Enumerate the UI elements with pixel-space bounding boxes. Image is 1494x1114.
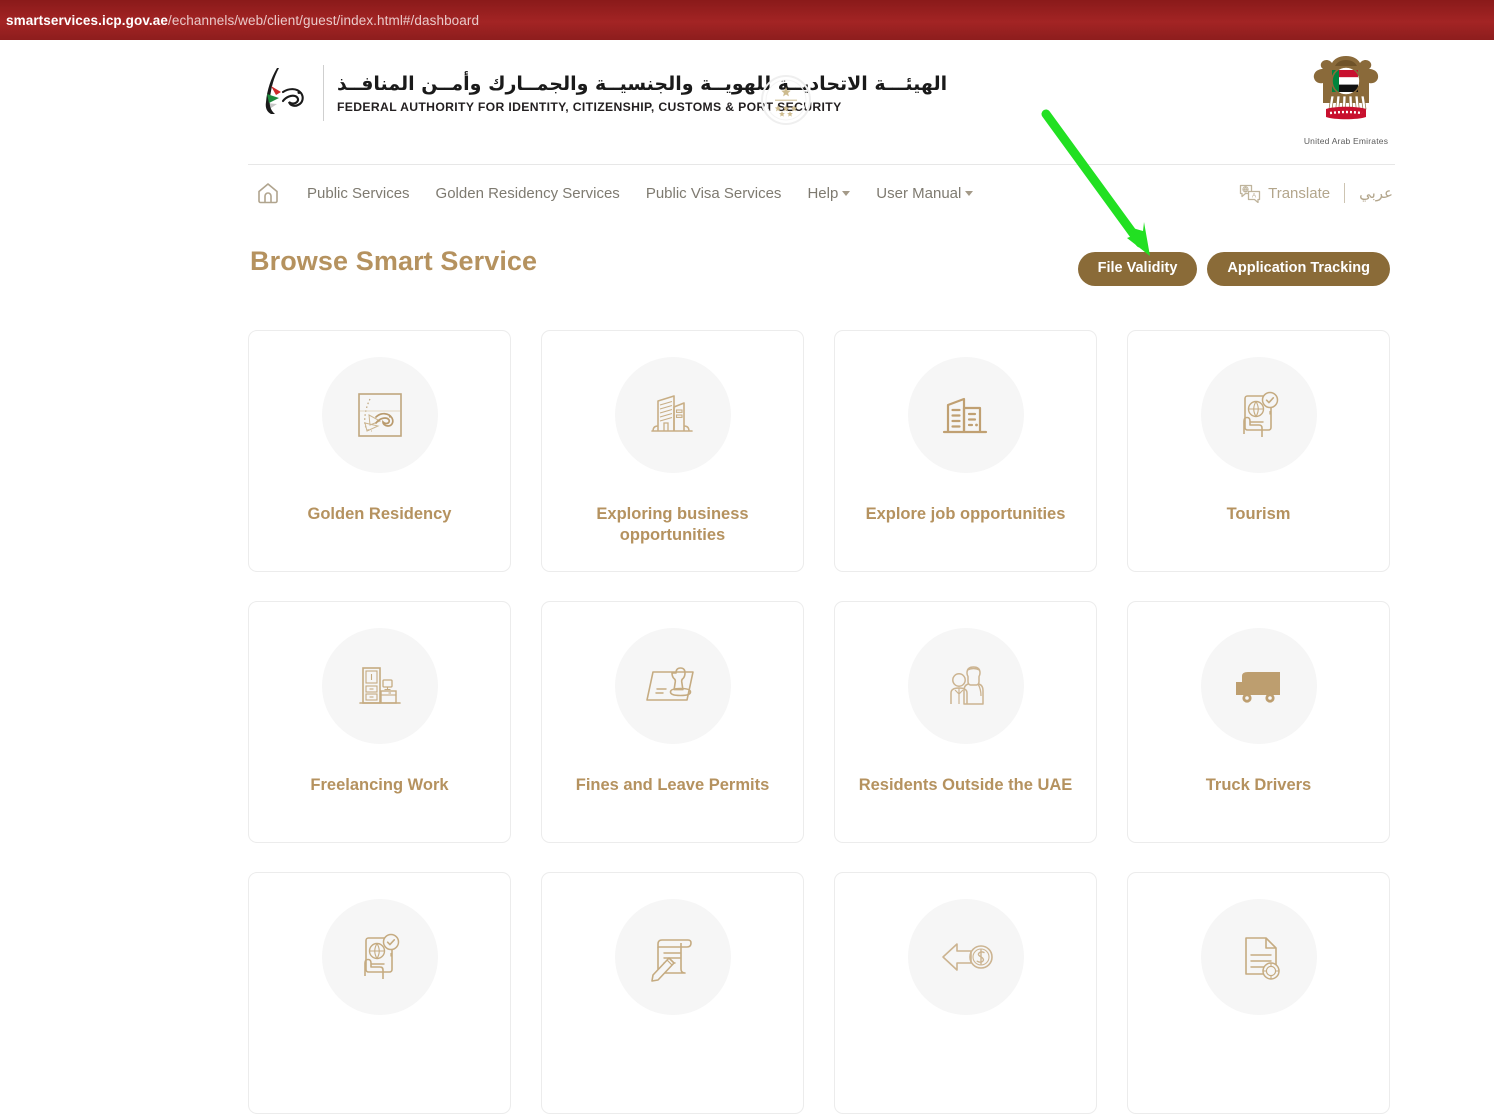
service-card-row3-1[interactable]	[248, 872, 511, 1114]
arrow-money-refund-icon	[907, 899, 1024, 1015]
svg-text:A: A	[1252, 193, 1257, 200]
nav-label: Golden Residency Services	[435, 184, 620, 202]
service-card-label: Freelancing Work	[310, 776, 449, 794]
nav-item-user-manual[interactable]: User Manual	[876, 184, 974, 202]
page-actions: File Validity Application Tracking	[1077, 252, 1390, 286]
url-host: smartservices.icp.gov.ae	[6, 12, 168, 28]
nav-item-golden-residency-services[interactable]: Golden Residency Services	[436, 185, 620, 202]
browser-address-bar[interactable]: smartservices.icp.gov.ae/echannels/web/c…	[0, 0, 1494, 40]
arabic-language-toggle[interactable]: عربي	[1359, 184, 1393, 202]
chevron-down-icon	[965, 190, 974, 196]
service-card-label: Explore job opportunities	[865, 505, 1066, 523]
falcon-frame-icon	[321, 357, 438, 473]
service-card-explore-job-opportunities[interactable]: Explore job opportunities	[834, 330, 1097, 572]
service-card-truck-drivers[interactable]: Truck Drivers	[1127, 601, 1390, 843]
page-title: Browse Smart Service	[250, 246, 538, 276]
nav-divider	[1344, 183, 1346, 203]
chevron-down-icon	[842, 190, 851, 196]
document-stamp-seal-icon	[1200, 899, 1317, 1015]
url-path: /echannels/web/client/guest/index.html#/…	[168, 12, 480, 28]
page-body: الهيئـــة الاتحاديــة للهويــة والجنسيــ…	[0, 40, 1494, 1114]
service-card-tourism[interactable]: Tourism	[1127, 330, 1390, 572]
nav-item-help[interactable]: Help	[807, 184, 851, 202]
logo-arabic-text: الهيئـــة الاتحاديــة للهويــة والجنسيــ…	[337, 73, 948, 96]
nav-label: User Manual	[876, 184, 962, 202]
two-people-icon	[907, 628, 1024, 744]
uae-emblem: United Arab Emirates	[1301, 48, 1391, 146]
main-navigation: Public Services Golden Residency Service…	[248, 166, 1395, 220]
translate-label[interactable]: Translate	[1268, 185, 1330, 202]
buildings-icon	[907, 357, 1024, 473]
service-card-freelancing-work[interactable]: Freelancing Work	[248, 601, 511, 843]
service-card-label: Residents Outside the UAE	[858, 776, 1073, 794]
passport-globe-check-icon	[321, 899, 438, 1015]
nav-utilities: A Translate عربي	[1239, 166, 1393, 220]
office-towers-icon	[614, 357, 731, 473]
nav-item-public-visa-services[interactable]: Public Visa Services	[646, 185, 782, 202]
logo-english-text: FEDERAL AUTHORITY FOR IDENTITY, CITIZENS…	[337, 99, 842, 114]
emblem-caption: United Arab Emirates	[1303, 136, 1389, 146]
service-card-row3-3[interactable]	[834, 872, 1097, 1114]
document-stamp-icon	[614, 628, 731, 744]
logo-divider	[323, 65, 324, 121]
falcon-logo-icon	[255, 62, 317, 124]
nav-item-public-services[interactable]: Public Services	[307, 185, 410, 202]
service-card-label: Exploring business opportunities	[596, 505, 749, 544]
truck-icon	[1200, 628, 1317, 744]
nav-label: Public Visa Services	[645, 184, 782, 202]
site-header: الهيئـــة الاتحاديــة للهويــة والجنسيــ…	[248, 40, 1395, 165]
application-tracking-button[interactable]: Application Tracking	[1207, 252, 1390, 286]
home-icon[interactable]	[255, 180, 281, 206]
uae-emblem-icon	[1313, 56, 1379, 120]
file-validity-button[interactable]: File Validity	[1077, 252, 1198, 286]
scroll-pen-icon	[614, 899, 731, 1015]
services-grid: Golden Residency Exploring business oppo…	[248, 330, 1390, 1114]
home-office-desk-icon	[321, 628, 438, 744]
service-card-label: Golden Residency	[307, 505, 452, 523]
nav-label: Public Services	[307, 184, 410, 202]
government-seal-icon	[760, 74, 812, 126]
page-title-row: Browse Smart Service File Validity Appli…	[248, 236, 1395, 300]
nav-label: Help	[807, 184, 839, 202]
translate-icon[interactable]: A	[1239, 183, 1261, 204]
service-card-golden-residency[interactable]: Golden Residency	[248, 330, 511, 572]
service-card-row3-2[interactable]	[541, 872, 804, 1114]
passport-globe-check-icon	[1200, 357, 1317, 473]
service-card-residents-outside-the-uae[interactable]: Residents Outside the UAE	[834, 601, 1097, 843]
service-card-label: Tourism	[1226, 505, 1291, 523]
service-card-label: Truck Drivers	[1205, 776, 1312, 794]
service-card-label: Fines and Leave Permits	[575, 776, 770, 794]
service-card-exploring-business-opportunities[interactable]: Exploring business opportunities	[541, 330, 804, 572]
address-bar-url: smartservices.icp.gov.ae/echannels/web/c…	[0, 13, 479, 28]
logo-wordmark: الهيئـــة الاتحاديــة للهويــة والجنسيــ…	[337, 72, 947, 114]
site-logo[interactable]: الهيئـــة الاتحاديــة للهويــة والجنسيــ…	[255, 62, 947, 124]
service-card-fines-and-leave-permits[interactable]: Fines and Leave Permits	[541, 601, 804, 843]
service-card-row3-4[interactable]	[1127, 872, 1390, 1114]
